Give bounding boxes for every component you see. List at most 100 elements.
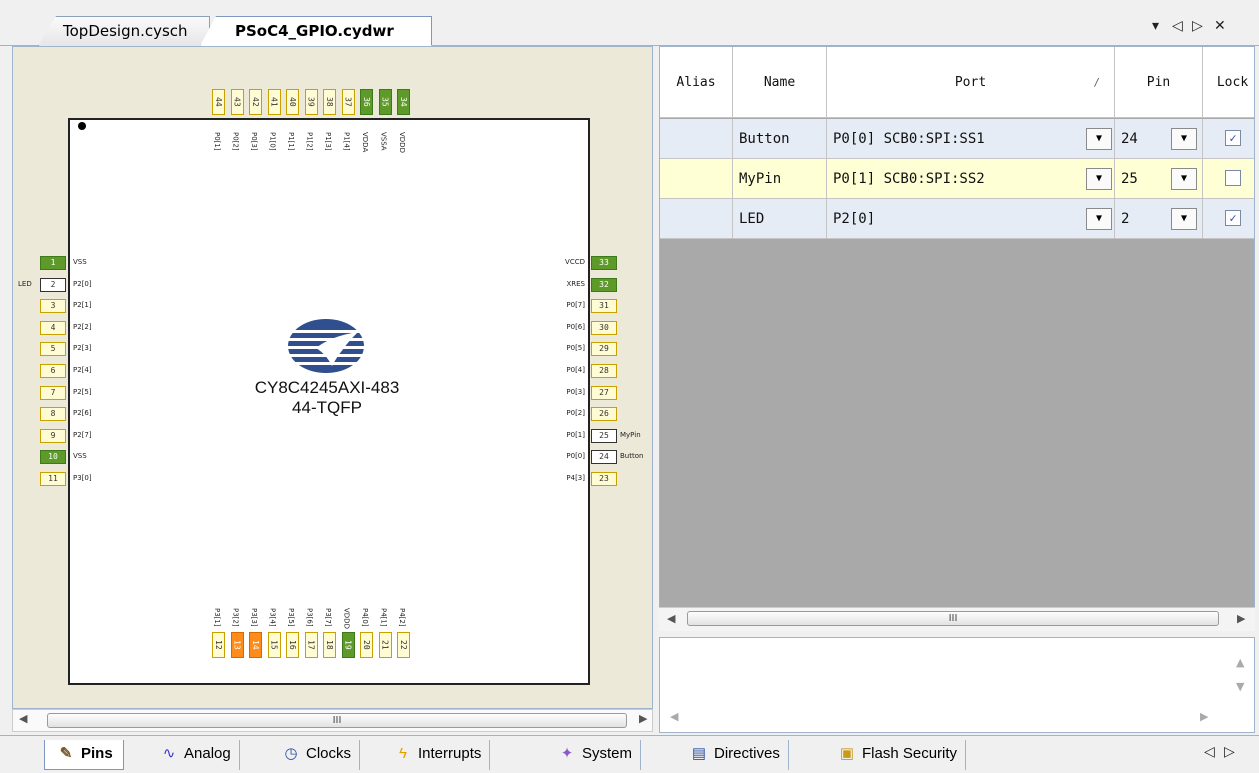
pin-29[interactable]: 29 bbox=[591, 342, 617, 357]
close-icon[interactable]: ✕ bbox=[1214, 18, 1226, 34]
alias-cell[interactable] bbox=[660, 119, 733, 159]
scroll-thumb[interactable]: III bbox=[687, 611, 1219, 626]
pin-1[interactable]: 1 bbox=[40, 256, 66, 270]
port-cell[interactable]: P2[0] ▼ bbox=[827, 199, 1115, 239]
pin-41[interactable]: 41 bbox=[267, 89, 281, 115]
pin-13[interactable]: 13 bbox=[230, 632, 244, 658]
pin-10[interactable]: 10 bbox=[40, 450, 66, 465]
pin-4[interactable]: 4 bbox=[40, 320, 66, 335]
scroll-up-icon[interactable]: ▲ bbox=[1236, 656, 1244, 669]
pin-31[interactable]: 31 bbox=[591, 299, 617, 314]
pin-14[interactable]: 14 bbox=[249, 632, 262, 658]
pin-40[interactable]: 40 bbox=[286, 89, 299, 115]
pin-32[interactable]: 32 bbox=[591, 277, 617, 292]
header-lock[interactable]: Lock bbox=[1203, 47, 1254, 118]
pin-dropdown-button[interactable]: ▼ bbox=[1171, 168, 1197, 190]
pin-cell[interactable]: 24 ▼ bbox=[1115, 119, 1203, 159]
port-dropdown-button[interactable]: ▼ bbox=[1086, 128, 1112, 150]
table-row[interactable]: MyPin P0[1] SCB0:SPI:SS2 ▼ 25 ▼ bbox=[660, 159, 1254, 199]
pin-17[interactable]: 17 bbox=[304, 632, 318, 658]
pin-7[interactable]: 7 bbox=[40, 385, 66, 400]
tab-scroll-left-icon[interactable]: ◁ bbox=[1204, 744, 1215, 760]
lock-cell[interactable]: ✓ bbox=[1203, 199, 1254, 239]
scroll-left-icon[interactable]: ◀ bbox=[670, 710, 678, 723]
header-name[interactable]: Name bbox=[733, 47, 827, 118]
scroll-right-icon[interactable]: ▶ bbox=[1237, 612, 1245, 625]
lock-checkbox[interactable]: ✓ bbox=[1225, 130, 1241, 146]
port-cell[interactable]: P0[0] SCB0:SPI:SS1 ▼ bbox=[827, 119, 1115, 159]
pin-23[interactable]: 23 bbox=[591, 472, 617, 486]
tab-scroll-right-icon[interactable]: ▷ bbox=[1192, 18, 1203, 34]
scroll-right-icon[interactable]: ▶ bbox=[1200, 710, 1208, 723]
tab-flash-security[interactable]: ▣ Flash Security bbox=[828, 740, 967, 770]
alias-cell[interactable] bbox=[660, 159, 733, 199]
tab-analog[interactable]: ∿ Analog bbox=[150, 740, 240, 770]
scroll-down-icon[interactable]: ▼ bbox=[1236, 680, 1244, 693]
tab-pins[interactable]: ✎ Pins bbox=[44, 740, 124, 770]
pin-8[interactable]: 8 bbox=[40, 407, 66, 422]
pin-36[interactable]: 36 bbox=[360, 89, 373, 115]
name-cell[interactable]: Button bbox=[733, 119, 827, 159]
pin-35[interactable]: 35 bbox=[378, 89, 392, 115]
pin-24[interactable]: 24 bbox=[591, 450, 617, 465]
header-alias[interactable]: Alias bbox=[660, 47, 733, 118]
pin-25[interactable]: 25 bbox=[591, 428, 617, 443]
lock-cell[interactable]: ✓ bbox=[1203, 119, 1254, 159]
pin-44[interactable]: 44 bbox=[212, 89, 225, 115]
table-row[interactable]: Button P0[0] SCB0:SPI:SS1 ▼ 24 ▼ ✓ bbox=[660, 119, 1254, 159]
name-cell[interactable]: MyPin bbox=[733, 159, 827, 199]
pin-6[interactable]: 6 bbox=[40, 364, 66, 378]
tab-directives[interactable]: ▤ Directives bbox=[680, 740, 789, 770]
tab-clocks[interactable]: ◷ Clocks bbox=[272, 740, 361, 770]
pin-16[interactable]: 16 bbox=[286, 632, 299, 658]
tab-scroll-left-icon[interactable]: ◁ bbox=[1172, 18, 1183, 34]
pin-9[interactable]: 9 bbox=[40, 428, 66, 443]
tab-interrupts[interactable]: ϟ Interrupts bbox=[384, 740, 491, 770]
pin-11[interactable]: 11 bbox=[40, 472, 66, 486]
pin-43[interactable]: 43 bbox=[230, 89, 244, 115]
tab-scroll-right-icon[interactable]: ▷ bbox=[1224, 744, 1235, 760]
pin-dropdown-button[interactable]: ▼ bbox=[1171, 208, 1197, 230]
pin-30[interactable]: 30 bbox=[591, 320, 617, 335]
pin-2[interactable]: 2 bbox=[40, 277, 66, 292]
pin-18[interactable]: 18 bbox=[323, 632, 336, 658]
header-pin[interactable]: Pin bbox=[1115, 47, 1203, 118]
pin-42[interactable]: 42 bbox=[249, 89, 262, 115]
tab-list-dropdown-icon[interactable]: ▾ bbox=[1152, 18, 1159, 34]
tab-psoc4-gpio[interactable]: PSoC4_GPIO.cydwr bbox=[200, 16, 432, 46]
pin-15[interactable]: 15 bbox=[267, 632, 281, 658]
pin-33[interactable]: 33 bbox=[591, 256, 617, 270]
pin-20[interactable]: 20 bbox=[360, 632, 373, 658]
pin-21[interactable]: 21 bbox=[378, 632, 392, 658]
tab-system[interactable]: ✦ System bbox=[548, 740, 642, 770]
pin-37[interactable]: 37 bbox=[341, 89, 355, 115]
alias-cell[interactable] bbox=[660, 199, 733, 239]
pin-cell[interactable]: 25 ▼ bbox=[1115, 159, 1203, 199]
pin-5[interactable]: 5 bbox=[40, 342, 66, 357]
scroll-right-icon[interactable]: ▶ bbox=[639, 712, 647, 725]
pin-22[interactable]: 22 bbox=[397, 632, 410, 658]
lock-cell[interactable] bbox=[1203, 159, 1254, 199]
scroll-left-icon[interactable]: ◀ bbox=[19, 712, 27, 725]
pin-19[interactable]: 19 bbox=[341, 632, 355, 658]
pin-39[interactable]: 39 bbox=[304, 89, 318, 115]
port-dropdown-button[interactable]: ▼ bbox=[1086, 168, 1112, 190]
header-port[interactable]: Port / bbox=[827, 47, 1115, 118]
scroll-left-icon[interactable]: ◀ bbox=[667, 612, 675, 625]
port-dropdown-button[interactable]: ▼ bbox=[1086, 208, 1112, 230]
pin-38[interactable]: 38 bbox=[323, 89, 336, 115]
pin-12[interactable]: 12 bbox=[212, 632, 225, 658]
lock-checkbox[interactable] bbox=[1225, 170, 1241, 186]
details-pane[interactable]: ▲ ▼ ◀ ▶ bbox=[659, 637, 1255, 733]
scroll-thumb[interactable]: III bbox=[47, 713, 627, 728]
pin-28[interactable]: 28 bbox=[591, 364, 617, 378]
port-cell[interactable]: P0[1] SCB0:SPI:SS2 ▼ bbox=[827, 159, 1115, 199]
grid-horizontal-scrollbar[interactable]: ◀ III ▶ bbox=[659, 607, 1255, 631]
pin-dropdown-button[interactable]: ▼ bbox=[1171, 128, 1197, 150]
pin-cell[interactable]: 2 ▼ bbox=[1115, 199, 1203, 239]
pin-3[interactable]: 3 bbox=[40, 299, 66, 314]
diagram-horizontal-scrollbar[interactable]: ◀ III ▶ bbox=[12, 709, 653, 732]
pin-34[interactable]: 34 bbox=[397, 89, 410, 115]
lock-checkbox[interactable]: ✓ bbox=[1225, 210, 1241, 226]
tab-topdesign[interactable]: TopDesign.cysch bbox=[38, 16, 210, 46]
